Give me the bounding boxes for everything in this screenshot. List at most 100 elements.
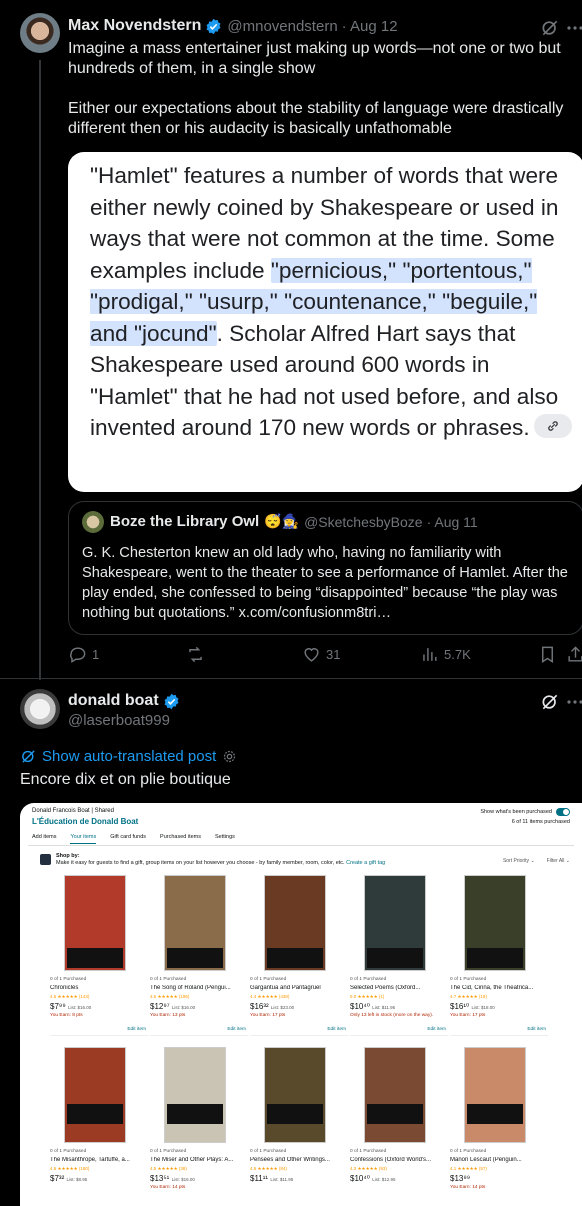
shop-by-text: Make it easy for guests to find a gift, … (56, 860, 345, 866)
item-title: The Cid, Cinna, the Theatrica... (450, 985, 534, 991)
quoted-author-handle: @SketchesbyBoze (304, 513, 423, 530)
views-button[interactable]: 5.7K (420, 645, 471, 664)
header-divider (28, 845, 574, 846)
author-name-2[interactable]: donald boat (68, 692, 159, 710)
item-list-price: List: $12.95 (372, 1177, 396, 1182)
quoted-author-emoji: 😴🧙‍♀️ (264, 513, 300, 529)
reply-button[interactable]: 1 (68, 645, 99, 664)
item-title: Confessions (Oxford World's... (350, 1157, 432, 1163)
item-list-price: List: $16.00 (67, 1005, 92, 1010)
book-cover (164, 1047, 226, 1143)
avatar[interactable] (20, 13, 60, 53)
edit-item-link: Edit item (427, 1027, 446, 1032)
like-button[interactable]: 31 (302, 645, 340, 664)
link-icon (533, 414, 572, 438)
list-breadcrumb: Donald Francois Boat | Shared (32, 808, 114, 814)
views-count: 5.7K (444, 647, 471, 662)
quoted-text: G. K. Chesterton knew an old lady who, h… (82, 545, 568, 621)
tweet-header: Max Novendstern @mnovendstern · Aug 12 (68, 17, 398, 35)
item-price-row: $7³² List: $8.95 (50, 1174, 87, 1183)
item-title: The Miser and Other Plays: A... (150, 1157, 234, 1163)
grok-icon[interactable] (540, 692, 560, 712)
tweet-text-3: Encore dix et on plie boutique (20, 771, 231, 788)
tab-purchased-items: Purchased items (160, 834, 201, 840)
book-cover (464, 875, 526, 971)
item-price: $7³² (50, 1174, 65, 1183)
more-icon[interactable] (566, 22, 582, 34)
shop-by-banner: Shop by: Make it easy for guests to find… (56, 853, 385, 867)
list-tabs: Add items Your items Gift card funds Pur… (32, 834, 235, 844)
create-gift-tag-link: Create a gift tag (346, 860, 386, 866)
translate-link[interactable]: Show auto-translated post (42, 748, 216, 765)
post-date[interactable]: · Aug 12 (342, 18, 398, 35)
verified-badge-icon (206, 18, 221, 34)
settings-icon[interactable] (222, 749, 237, 764)
item-divider (50, 1035, 148, 1036)
book-cover (264, 875, 326, 971)
retweet-button[interactable] (186, 645, 210, 664)
item-note: You Earn: 13 pts (150, 1013, 186, 1018)
item-note: You Earn: 17 pts (450, 1013, 486, 1018)
attached-image[interactable]: "Hamlet" features a number of words that… (68, 152, 582, 492)
item-list-price: List: $11.95 (372, 1005, 396, 1010)
quoted-date: · Aug 11 (426, 513, 478, 530)
item-title: Selected Poems (Oxford... (350, 985, 421, 991)
item-list-price: List: $16.00 (171, 1005, 196, 1010)
thread-line (39, 60, 41, 680)
avatar[interactable] (20, 689, 60, 729)
retweet-icon (189, 646, 202, 663)
item-purchased: 0 of 1 Purchased (450, 977, 487, 982)
item-price-row: $16¹⁰ List: $18.00 (450, 1002, 495, 1011)
item-price: $11¹¹ (250, 1174, 269, 1183)
item-purchased: 0 of 1 Purchased (350, 1149, 387, 1154)
quoted-avatar (82, 511, 104, 533)
edit-item-link: Edit item (127, 1027, 146, 1032)
bookmark-icon[interactable] (538, 645, 557, 664)
item-note: Only 13 left in stock (more on the way). (350, 1013, 434, 1018)
item-title: Manon Lescaut (Penguin... (450, 1157, 522, 1163)
item-divider (450, 1035, 548, 1036)
item-rating: 4.3 ★★★★★ (93) (350, 1166, 387, 1171)
tab-settings: Settings (215, 834, 235, 840)
author-handle[interactable]: @mnovendstern (227, 18, 337, 35)
grok-icon[interactable] (540, 18, 560, 38)
item-title: Gargantua and Pantagruel (250, 985, 321, 991)
more-icon[interactable] (566, 696, 582, 708)
item-price: $10⁴⁰ (350, 1174, 370, 1183)
book-cover (264, 1047, 326, 1143)
item-rating: 4.7 ★★★★★ (19) (450, 994, 487, 999)
item-rating: 4.5 ★★★★★ (196) (150, 994, 190, 999)
divider (0, 678, 582, 679)
sort-filter: Sort Priority ⌄ Filter All ⌄ (503, 858, 570, 864)
item-note: You Earn: 14 pts (150, 1185, 186, 1190)
quoted-tweet[interactable]: Boze the Library Owl 😴🧙‍♀️ @SketchesbyBo… (68, 501, 582, 635)
item-purchased: 0 of 1 Purchased (250, 1149, 287, 1154)
views-icon (423, 648, 437, 661)
image-text: "Hamlet" features a number of words that… (90, 160, 580, 444)
item-price-row: $10⁴⁰ List: $12.95 (350, 1174, 396, 1183)
book-cover (364, 875, 426, 971)
list-header: Donald Francois Boat | Shared L'Éducatio… (20, 803, 582, 851)
book-cover (364, 1047, 426, 1143)
tweet-text-1: Imagine a mass entertainer just making u… (68, 40, 561, 77)
item-price: $13⁵¹ (150, 1174, 170, 1183)
item-price: $10⁴⁰ (350, 1002, 370, 1011)
item-note: You Earn: 14 pts (450, 1185, 486, 1190)
item-rating: 4.1 ★★★★★ (57) (450, 1166, 487, 1171)
attached-screenshot[interactable]: Donald Francois Boat | Shared L'Éducatio… (20, 803, 582, 1206)
item-price-row: $13⁵¹ List: $16.00 (150, 1174, 195, 1183)
verified-badge-icon (164, 693, 179, 709)
item-rating: 4.6 ★★★★★ (84) (250, 1166, 287, 1171)
item-title: The Misanthrope, Tartuffe, a... (50, 1157, 130, 1163)
share-icon[interactable] (566, 645, 582, 664)
edit-item-link: Edit item (227, 1027, 246, 1032)
item-price-row: $16³² List: $23.00 (250, 1002, 294, 1011)
item-purchased: 0 of 1 Purchased (150, 977, 187, 982)
author-name[interactable]: Max Novendstern (68, 17, 201, 35)
item-rating: 4.6 ★★★★★ (143) (50, 994, 90, 999)
item-rating: 4.5 ★★★★★ (38) (150, 1166, 187, 1171)
author-handle-2[interactable]: @laserboat999 (68, 712, 170, 729)
like-count: 31 (326, 647, 341, 662)
item-rating: 5.0 ★★★★★ (1) (350, 994, 385, 999)
translate-row[interactable]: Show auto-translated post (20, 748, 237, 765)
